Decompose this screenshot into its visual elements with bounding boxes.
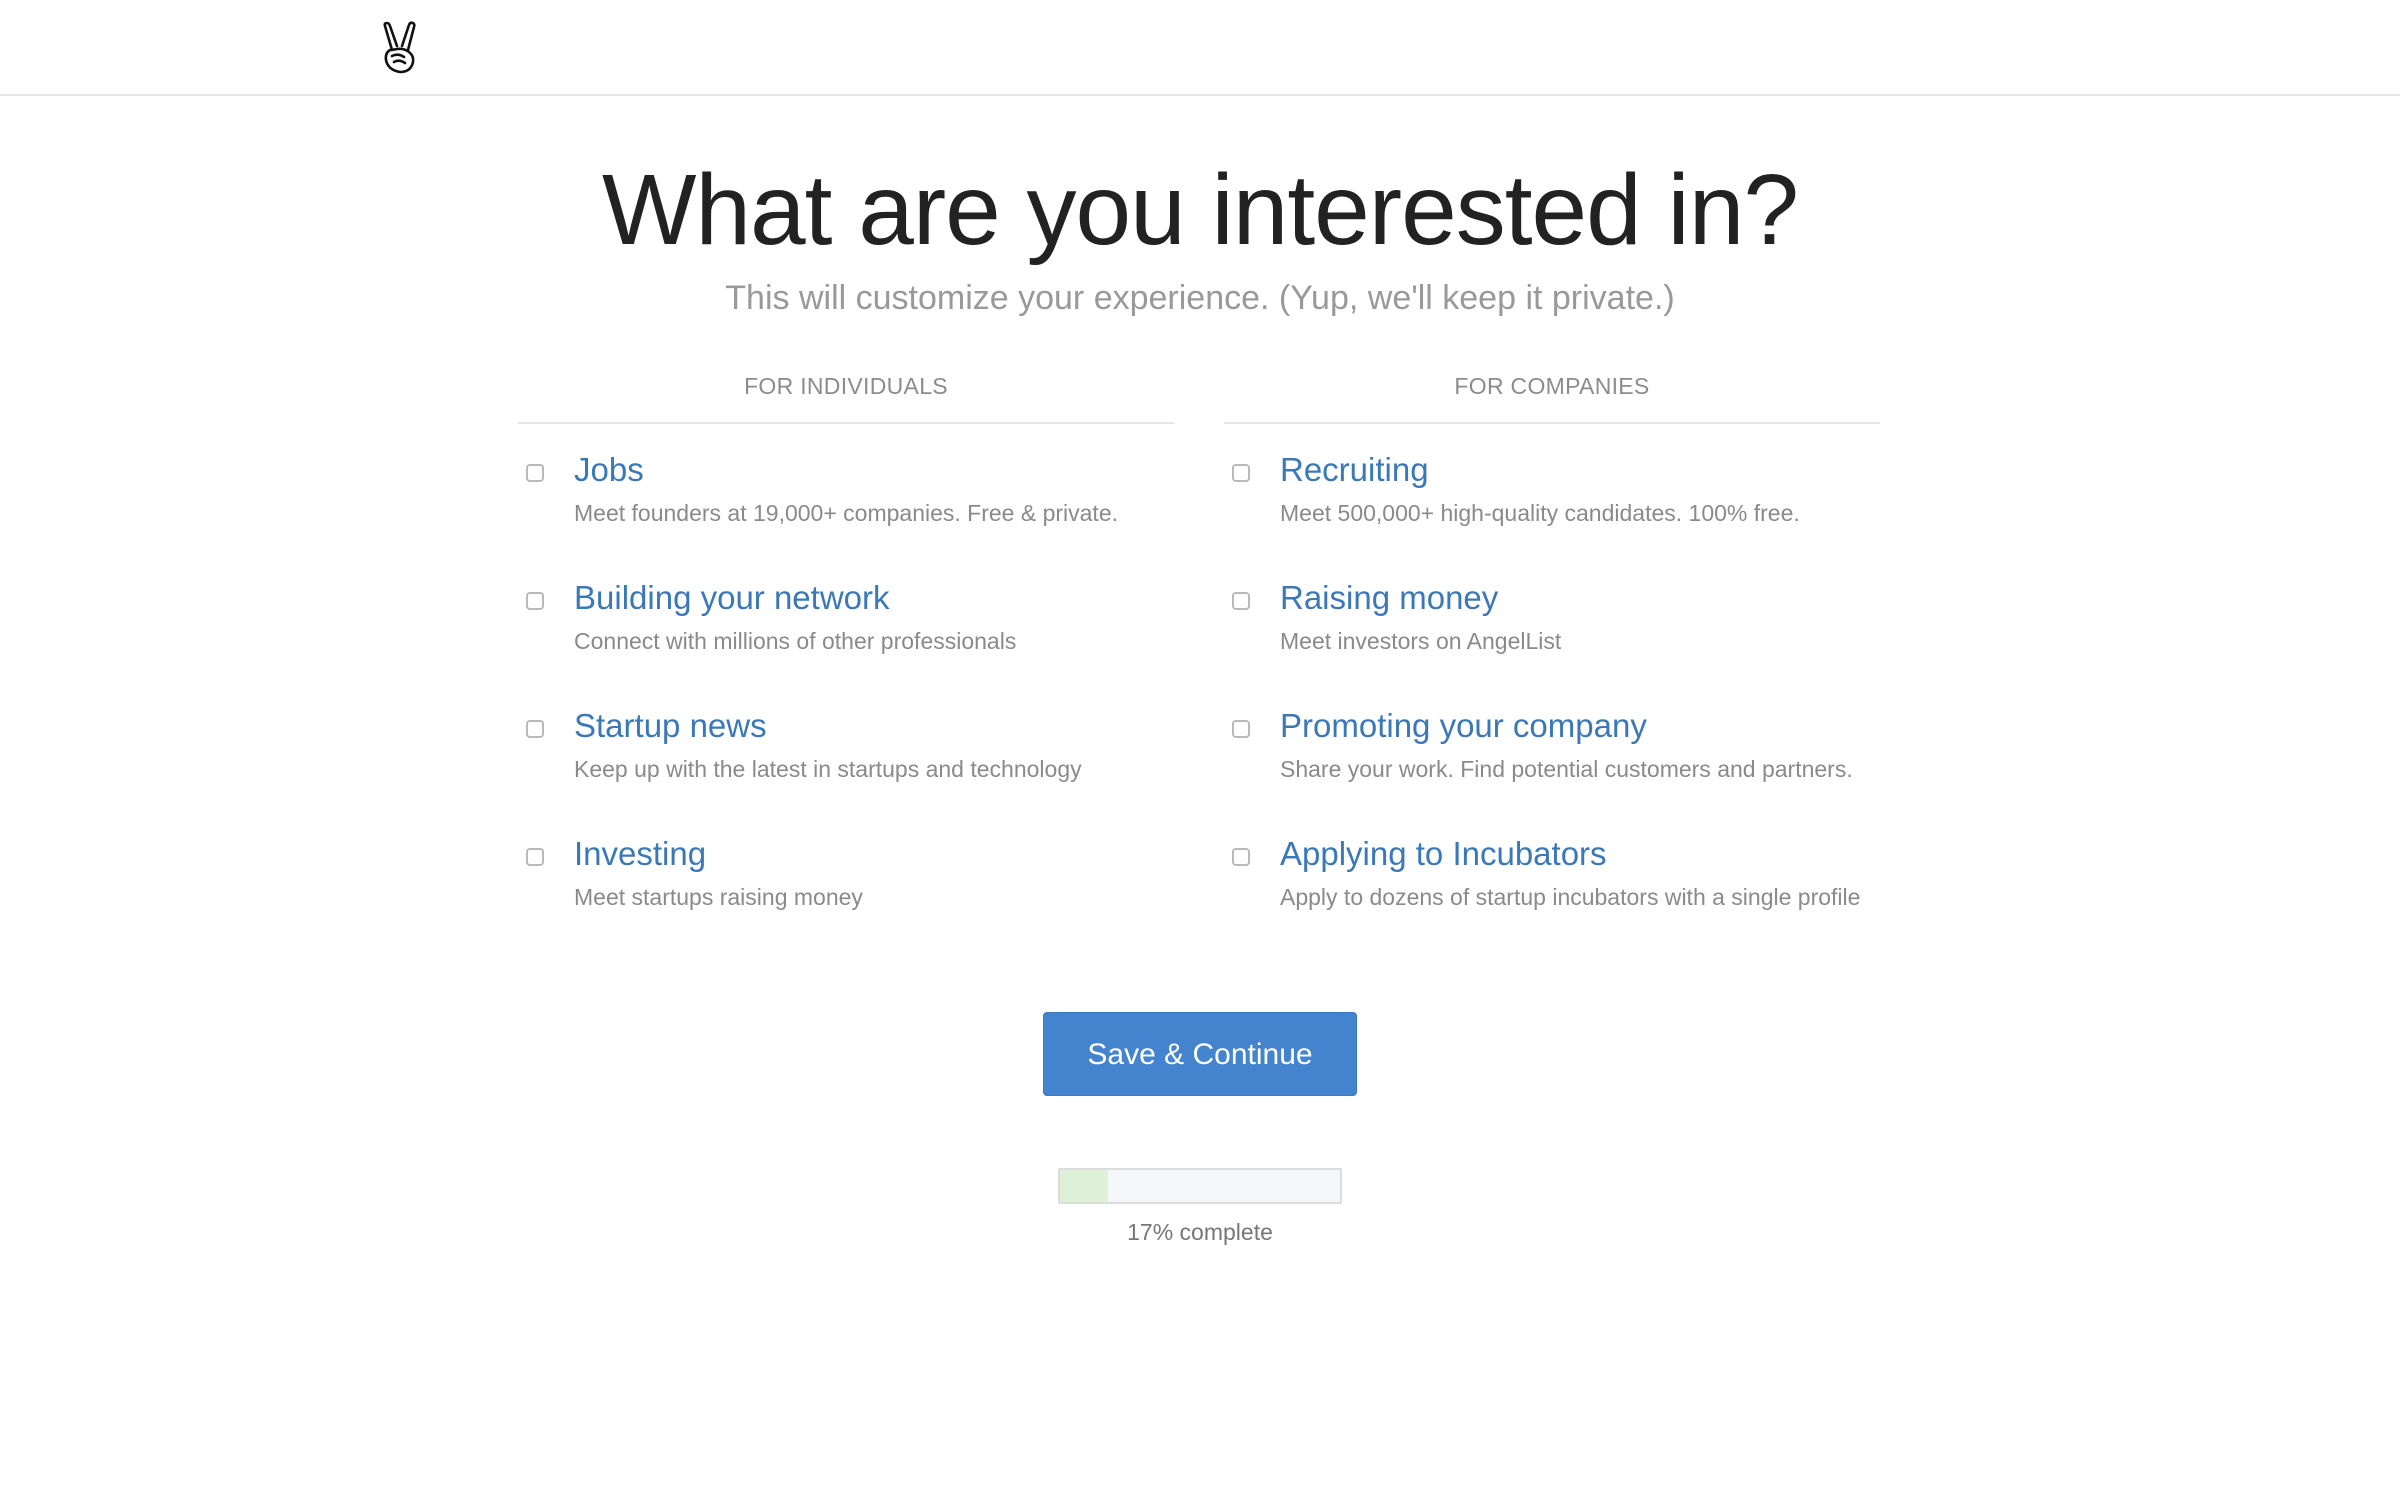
option-investing[interactable]: Investing Meet startups raising money bbox=[518, 808, 1174, 936]
promoting-company-checkbox[interactable] bbox=[1232, 720, 1250, 738]
option-raising-money[interactable]: Raising money Meet investors on AngelLis… bbox=[1224, 552, 1880, 680]
peace-hand-icon[interactable] bbox=[378, 20, 424, 76]
recruiting-checkbox[interactable] bbox=[1232, 464, 1250, 482]
option-jobs[interactable]: Jobs Meet founders at 19,000+ companies.… bbox=[518, 424, 1174, 552]
option-description: Connect with millions of other professio… bbox=[574, 628, 1017, 654]
option-title[interactable]: Raising money bbox=[1280, 578, 1498, 618]
option-description: Apply to dozens of startup incubators wi… bbox=[1280, 884, 1861, 910]
top-bar bbox=[0, 0, 2400, 96]
option-promoting-company[interactable]: Promoting your company Share your work. … bbox=[1224, 680, 1880, 808]
option-title[interactable]: Startup news bbox=[574, 706, 767, 746]
companies-header: FOR COMPANIES bbox=[1224, 360, 1880, 424]
option-title[interactable]: Promoting your company bbox=[1280, 706, 1647, 746]
page-title: What are you interested in? bbox=[602, 154, 1799, 266]
progress-bar bbox=[1058, 1168, 1342, 1204]
option-description: Meet investors on AngelList bbox=[1280, 628, 1562, 654]
progress-fill bbox=[1060, 1170, 1108, 1202]
option-description: Share your work. Find potential customer… bbox=[1280, 756, 1853, 782]
option-title[interactable]: Recruiting bbox=[1280, 450, 1429, 490]
save-continue-button[interactable]: Save & Continue bbox=[1043, 1012, 1357, 1096]
option-description: Meet startups raising money bbox=[574, 884, 863, 910]
option-description: Keep up with the latest in startups and … bbox=[574, 756, 1082, 782]
option-title[interactable]: Applying to Incubators bbox=[1280, 834, 1607, 874]
option-building-network[interactable]: Building your network Connect with milli… bbox=[518, 552, 1174, 680]
building-network-checkbox[interactable] bbox=[526, 592, 544, 610]
individuals-column: FOR INDIVIDUALS Jobs Meet founders at 19… bbox=[518, 360, 1174, 936]
page-subtitle: This will customize your experience. (Yu… bbox=[725, 279, 1675, 317]
raising-money-checkbox[interactable] bbox=[1232, 592, 1250, 610]
option-title[interactable]: Building your network bbox=[574, 578, 890, 618]
startup-news-checkbox[interactable] bbox=[526, 720, 544, 738]
jobs-checkbox[interactable] bbox=[526, 464, 544, 482]
option-recruiting[interactable]: Recruiting Meet 500,000+ high-quality ca… bbox=[1224, 424, 1880, 552]
progress-label: 17% complete bbox=[1127, 1219, 1273, 1245]
investing-checkbox[interactable] bbox=[526, 848, 544, 866]
option-description: Meet 500,000+ high-quality candidates. 1… bbox=[1280, 500, 1800, 526]
applying-incubators-checkbox[interactable] bbox=[1232, 848, 1250, 866]
option-description: Meet founders at 19,000+ companies. Free… bbox=[574, 500, 1119, 526]
option-startup-news[interactable]: Startup news Keep up with the latest in … bbox=[518, 680, 1174, 808]
companies-column: FOR COMPANIES Recruiting Meet 500,000+ h… bbox=[1224, 360, 1880, 936]
option-applying-incubators[interactable]: Applying to Incubators Apply to dozens o… bbox=[1224, 808, 1880, 936]
option-title[interactable]: Investing bbox=[574, 834, 706, 874]
option-title[interactable]: Jobs bbox=[574, 450, 644, 490]
individuals-header: FOR INDIVIDUALS bbox=[518, 360, 1174, 424]
